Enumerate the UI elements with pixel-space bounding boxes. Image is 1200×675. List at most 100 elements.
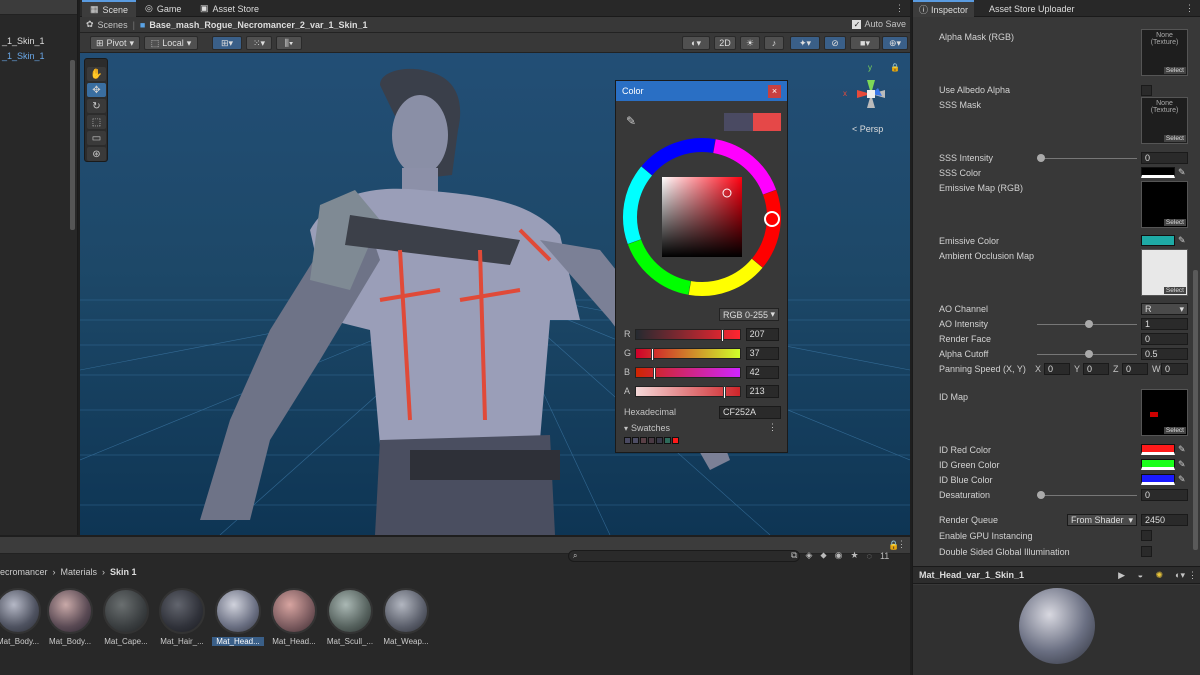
hex-field[interactable]: CF252A — [719, 405, 781, 419]
eyedropper-icon[interactable]: ✎ — [1178, 474, 1186, 485]
material-asset[interactable]: Mat_Body... — [44, 588, 96, 646]
material-asset[interactable]: Mat_Weap... — [380, 588, 432, 646]
grid-snap-button[interactable]: ⊞▾ — [212, 36, 242, 50]
tab-asset-store[interactable]: ▣ Asset Store — [192, 0, 267, 17]
rotate-tool-icon[interactable]: ↻ — [87, 99, 106, 113]
swatches-menu-icon[interactable]: ⋮ — [768, 422, 777, 433]
material-asset-selected[interactable]: Mat_Head... — [212, 588, 264, 646]
slider-knob[interactable] — [1085, 320, 1093, 328]
gizmos-button[interactable]: ⊕▾ — [882, 36, 908, 50]
select-button[interactable]: Select — [1163, 219, 1186, 226]
id-blue-color-swatch[interactable] — [1141, 474, 1175, 485]
slider-thumb[interactable] — [723, 385, 726, 399]
move-tool-icon[interactable]: ✥ — [87, 83, 106, 97]
breadcrumb-object[interactable]: Base_mash_Rogue_Necromancer_2_var_1_Skin… — [149, 20, 367, 30]
render-queue-dropdown[interactable]: From Shader ▾ — [1067, 514, 1137, 526]
lighting-toggle[interactable]: ☀ — [740, 36, 760, 50]
tab-scene[interactable]: ▦ Scene — [82, 0, 137, 17]
eyedropper-icon[interactable]: ✎ — [1178, 444, 1186, 455]
ao-intensity-field[interactable]: 1 — [1141, 318, 1188, 330]
green-slider[interactable] — [635, 347, 741, 361]
ao-map-slot[interactable]: Select — [1141, 249, 1188, 296]
tab-game[interactable]: ◎ Game — [137, 0, 189, 17]
id-map-slot[interactable]: Select — [1141, 389, 1188, 436]
swatch[interactable] — [648, 437, 655, 444]
material-asset[interactable]: Mat_Body... — [0, 588, 44, 646]
sss-color-swatch[interactable] — [1141, 167, 1175, 178]
material-asset[interactable]: Mat_Head... — [268, 588, 320, 646]
sss-intensity-slider[interactable] — [1037, 154, 1137, 162]
color-picker-titlebar[interactable]: Color × — [616, 81, 787, 101]
eyedropper-icon[interactable]: ✎ — [1178, 459, 1186, 470]
swatch[interactable] — [624, 437, 631, 444]
material-asset[interactable]: Mat_Scull_... — [324, 588, 376, 646]
hierarchy-scrollbar[interactable] — [70, 60, 75, 230]
id-green-color-swatch[interactable] — [1141, 459, 1175, 470]
color-wheel[interactable] — [622, 137, 782, 297]
alpha-value-field[interactable]: 213 — [745, 384, 779, 398]
lock-icon[interactable]: 🔒 — [888, 540, 899, 551]
emissive-map-slot[interactable]: Select — [1141, 181, 1188, 228]
pan-y-field[interactable]: 0 — [1083, 363, 1109, 375]
more-menu-icon[interactable]: ⋮ — [1185, 3, 1194, 14]
alpha-slider[interactable] — [635, 385, 741, 399]
eyedropper-icon[interactable]: ✎ — [1178, 235, 1186, 246]
close-icon[interactable]: × — [768, 84, 781, 98]
blue-value-field[interactable]: 42 — [745, 365, 779, 379]
render-queue-field[interactable]: 2450 — [1141, 514, 1188, 526]
slider-knob[interactable] — [1037, 491, 1045, 499]
pan-w-field[interactable]: 0 — [1161, 363, 1188, 375]
double-sided-gi-checkbox[interactable] — [1141, 546, 1152, 557]
audio-toggle[interactable]: ♪ — [764, 36, 784, 50]
pivot-dropdown[interactable]: ⊞ Pivot ▾ — [90, 36, 140, 50]
desaturation-field[interactable]: 0 — [1141, 489, 1188, 501]
alpha-cutoff-slider[interactable] — [1037, 350, 1137, 358]
tab-asset-store-uploader[interactable]: Asset Store Uploader — [983, 0, 1081, 17]
swatch[interactable] — [640, 437, 647, 444]
increment-snap-button[interactable]: ⫼▾ — [276, 36, 302, 50]
slider-thumb[interactable] — [721, 328, 724, 342]
shading-mode-button[interactable]: ◐▾ — [682, 36, 710, 50]
emissive-color-swatch[interactable] — [1141, 235, 1175, 246]
lights-icon[interactable]: ✺ — [1155, 570, 1163, 581]
transform-tool-icon[interactable]: ⊛ — [87, 147, 106, 161]
select-button[interactable]: Select — [1163, 427, 1186, 434]
swatch[interactable] — [656, 437, 663, 444]
hand-tool-icon[interactable]: ✋ — [87, 67, 106, 81]
ao-channel-dropdown[interactable]: R ▾ — [1141, 303, 1188, 315]
swatch[interactable] — [672, 437, 679, 444]
ao-intensity-slider[interactable] — [1037, 320, 1137, 328]
slider-thumb[interactable] — [651, 347, 654, 361]
sphere-preview-icon[interactable]: ◒ — [1138, 570, 1143, 580]
effects-button[interactable]: ✦▾ — [790, 36, 820, 50]
slider-thumb[interactable] — [653, 366, 656, 380]
favorite-icon[interactable]: ★ — [851, 550, 859, 561]
use-albedo-alpha-checkbox[interactable] — [1141, 85, 1152, 96]
hierarchy-item[interactable]: _1_Skin_1 — [2, 36, 45, 46]
alpha-mask-slot[interactable]: None (Texture) Select — [1141, 29, 1188, 76]
swatches-header[interactable]: ▾ Swatches — [624, 423, 670, 433]
more-menu-icon[interactable]: ⋮ — [1188, 570, 1197, 581]
pan-z-field[interactable]: 0 — [1122, 363, 1148, 375]
hidden-packages-icon[interactable]: ◉ — [835, 550, 843, 561]
material-preview-sphere[interactable] — [1019, 588, 1095, 664]
tag-icon[interactable]: ⬥ — [820, 550, 826, 561]
hidden-objects-toggle[interactable]: ⊘ — [824, 36, 846, 50]
autosave-toggle[interactable]: ✓ Auto Save — [852, 19, 906, 29]
breadcrumb-item[interactable]: Materials — [61, 567, 98, 577]
tab-inspector[interactable]: ⓘ Inspector — [913, 0, 975, 17]
eyedropper-icon[interactable]: ✎ — [626, 114, 636, 128]
sss-intensity-field[interactable]: 0 — [1141, 152, 1188, 164]
select-button[interactable]: Select — [1163, 287, 1186, 294]
hierarchy-item-selected[interactable]: _1_Skin_1 — [2, 51, 45, 61]
grid-visibility-button[interactable]: ⁙▾ — [246, 36, 272, 50]
search-by-type-icon[interactable]: ⧉ — [791, 550, 797, 561]
breadcrumb-scenes[interactable]: Scenes — [98, 20, 128, 30]
pan-x-field[interactable]: 0 — [1044, 363, 1070, 375]
scale-tool-icon[interactable]: ⬚ — [87, 115, 106, 129]
green-value-field[interactable]: 37 — [745, 346, 779, 360]
swatch[interactable] — [632, 437, 639, 444]
material-asset[interactable]: Mat_Cape... — [100, 588, 152, 646]
swatch[interactable] — [664, 437, 671, 444]
sss-mask-slot[interactable]: None (Texture) Select — [1141, 97, 1188, 144]
